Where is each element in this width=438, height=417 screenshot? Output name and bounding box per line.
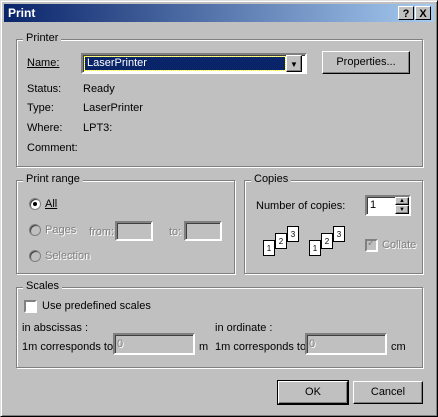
printer-group-label: Printer (23, 32, 62, 44)
copies-spinner[interactable]: 1 ▲ ▼ (365, 195, 411, 216)
dropdown-arrow-icon[interactable]: ▼ (286, 55, 302, 72)
properties-label: Properties... (336, 56, 396, 68)
ok-button[interactable]: OK (277, 380, 349, 405)
collate-page-icon: 3 (333, 226, 345, 242)
type-value: LaserPrinter (83, 102, 143, 114)
scales-group: Scales Use predefined scales in abscissa… (16, 280, 423, 368)
close-button[interactable]: X (415, 6, 431, 20)
from-label: from: (89, 226, 115, 238)
radio-pages-label: Pages (45, 224, 77, 236)
scales-group-label: Scales (23, 280, 63, 292)
cancel-label: Cancel (370, 386, 406, 398)
radio-all[interactable] (29, 198, 41, 210)
print-range-group: Print range All Pages from: to: Selectio… (16, 173, 235, 274)
collate-page-icon: 2 (321, 233, 333, 249)
from-input[interactable] (115, 221, 153, 241)
spin-up-icon[interactable]: ▲ (395, 197, 409, 205)
where-value: LPT3: (83, 122, 113, 134)
ok-label: OK (305, 386, 321, 398)
number-of-copies-label: Number of copies: (256, 200, 346, 212)
collate-icon-set-1: 3 2 1 (259, 226, 299, 260)
predefined-scales-checkbox[interactable] (24, 300, 37, 313)
y-unit-label: cm (391, 341, 406, 353)
y-corresponds-label: 1m corresponds to (215, 341, 307, 353)
collate-page-icon: 3 (287, 226, 299, 242)
radio-selected-dot (33, 202, 37, 206)
dialog-title: Print (8, 6, 36, 20)
radio-selection[interactable] (29, 250, 41, 262)
print-dialog: Print ? X Printer Name: LaserPrinter ▼ P… (0, 0, 438, 417)
radio-selection-label: Selection (45, 250, 91, 262)
printer-group: Printer Name: LaserPrinter ▼ Properties.… (16, 32, 423, 167)
x-unit-label: m (199, 341, 209, 353)
x-scale-value: 0 (117, 338, 124, 350)
print-range-group-label: Print range (23, 173, 83, 185)
to-label: to: (169, 226, 182, 238)
cancel-button[interactable]: Cancel (353, 381, 423, 404)
radio-pages[interactable] (29, 224, 41, 236)
x-corresponds-label: 1m corresponds to (22, 341, 114, 353)
y-scale-value: 0 (309, 338, 316, 350)
type-label: Type: (27, 102, 54, 114)
collate-page-icon: 1 (309, 240, 321, 256)
collate-checkbox[interactable]: ✓ (365, 238, 378, 252)
name-label: Name: (27, 57, 60, 69)
copies-group-label: Copies (251, 173, 292, 185)
abscissas-label: in abscissas : (22, 322, 89, 334)
collate-page-icon: 2 (275, 233, 287, 249)
y-scale-input[interactable]: 0 (305, 333, 387, 355)
help-button[interactable]: ? (398, 6, 414, 20)
checkmark-icon: ✓ (367, 238, 376, 249)
comment-label: Comment: (27, 142, 78, 154)
printer-name-value: LaserPrinter (84, 56, 286, 71)
properties-button[interactable]: Properties... (322, 51, 410, 74)
where-label: Where: (27, 122, 63, 134)
predefined-scales-label: Use predefined scales (42, 300, 151, 312)
title-bar[interactable]: Print ? X (4, 4, 434, 22)
status-value: Ready (83, 83, 115, 95)
copies-value: 1 (370, 199, 377, 211)
copies-group: Copies Number of copies: 1 ▲ ▼ 3 2 1 3 2… (244, 173, 423, 274)
radio-all-label: All (45, 198, 58, 210)
collate-page-icon: 1 (263, 240, 275, 256)
to-input[interactable] (184, 221, 222, 241)
spin-down-icon[interactable]: ▼ (395, 205, 409, 214)
collate-icon-set-2: 3 2 1 (305, 226, 345, 260)
collate-label: Collate (382, 239, 417, 251)
x-scale-input[interactable]: 0 (113, 333, 195, 355)
status-label: Status: (27, 83, 62, 95)
ordinate-label: in ordinate : (215, 322, 273, 334)
printer-name-select[interactable]: LaserPrinter ▼ (81, 53, 307, 74)
